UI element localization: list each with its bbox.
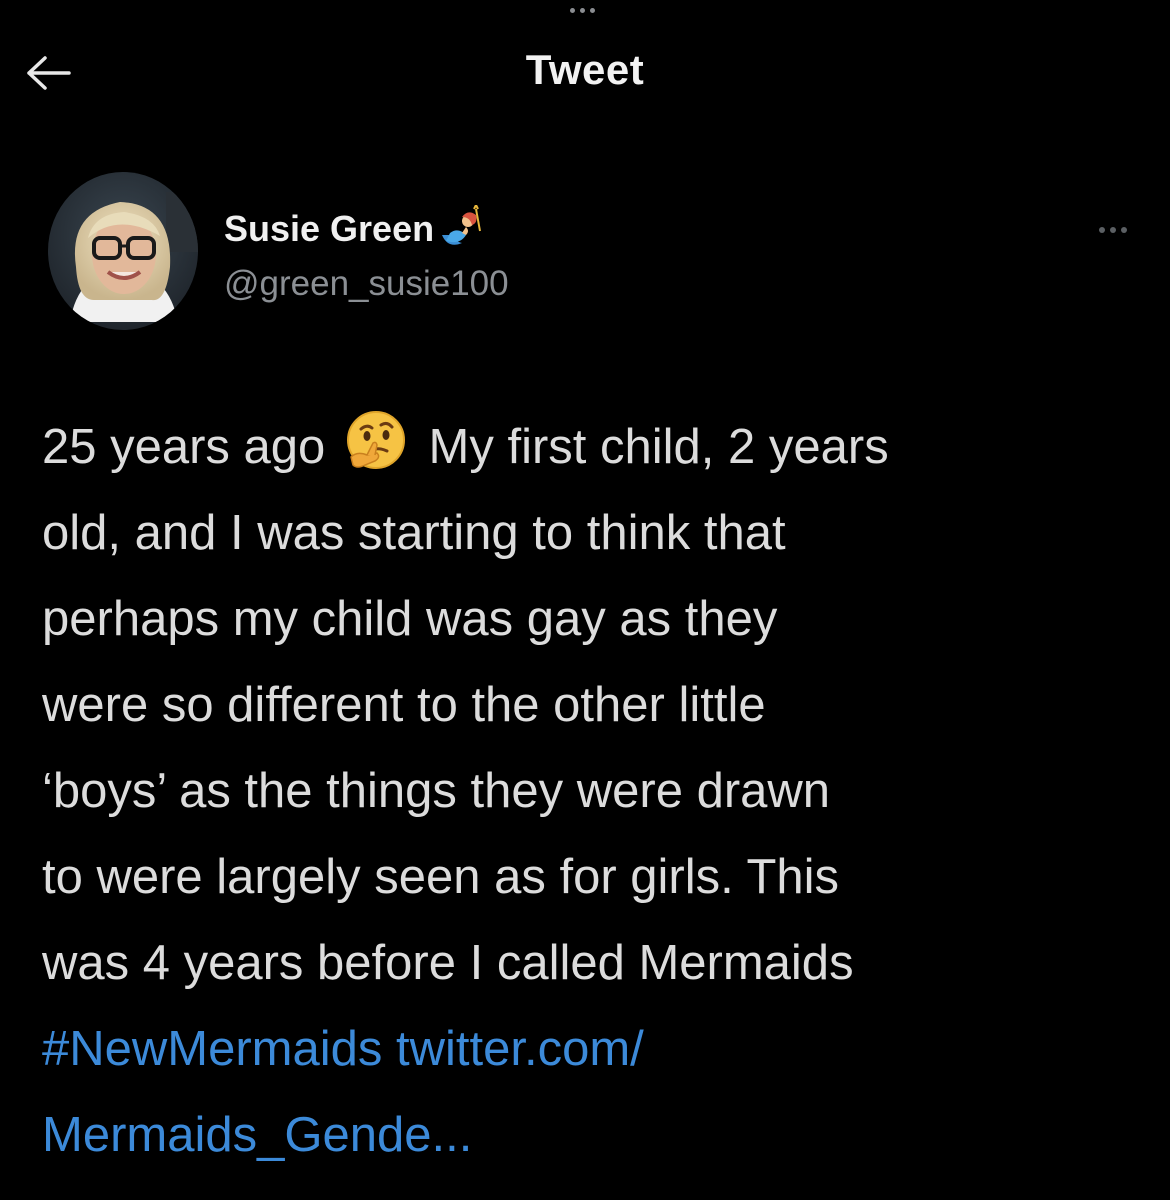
status-dots: [570, 8, 610, 18]
tweet-line: ‘boys’ as the things they were drawn: [42, 764, 831, 818]
tweet-line: perhaps my child was gay as they: [42, 592, 778, 646]
top-bar: Tweet: [0, 0, 1170, 150]
tweet-author: Susie Green @green_susie100: [48, 172, 1138, 342]
tweet-line: were so different to the other little: [42, 678, 766, 732]
avatar[interactable]: [48, 172, 198, 330]
tweet-text-segment: 25 years ago: [42, 420, 339, 474]
tweet-line: old, and I was starting to think that: [42, 506, 786, 560]
tweet-line: Mermaids_Gende...: [42, 1092, 1152, 1178]
url-link-part2[interactable]: Mermaids_Gende...: [42, 1108, 472, 1162]
user-handle[interactable]: @green_susie100: [224, 264, 509, 304]
display-name: Susie Green: [224, 208, 435, 249]
avatar-photo: [48, 172, 198, 330]
page-title: Tweet: [525, 46, 645, 93]
url-link-part1[interactable]: twitter.com/: [396, 1022, 644, 1076]
tweet-line: was 4 years before I called Mermaids: [42, 936, 854, 990]
tweet-screen: Tweet Susie Green @green_susie100 25 yea…: [0, 0, 1170, 1200]
mermaid-emoji-icon: [442, 205, 482, 245]
tweet-line: #NewMermaids twitter.com/: [42, 1006, 1152, 1092]
display-name-row[interactable]: Susie Green: [224, 202, 484, 256]
tweet-text-segment: My first child, 2 years: [414, 420, 889, 474]
hashtag-link[interactable]: #NewMermaids: [42, 1022, 382, 1076]
thinking-face-emoji-icon: [346, 411, 405, 469]
tweet-line: 25 years ago My first child, 2 years: [42, 404, 1152, 490]
more-options-icon[interactable]: [1088, 220, 1138, 240]
tweet-line: to were largely seen as for girls. This: [42, 850, 840, 904]
tweet-body: 25 years ago My first child, 2 years old…: [42, 404, 1152, 1178]
